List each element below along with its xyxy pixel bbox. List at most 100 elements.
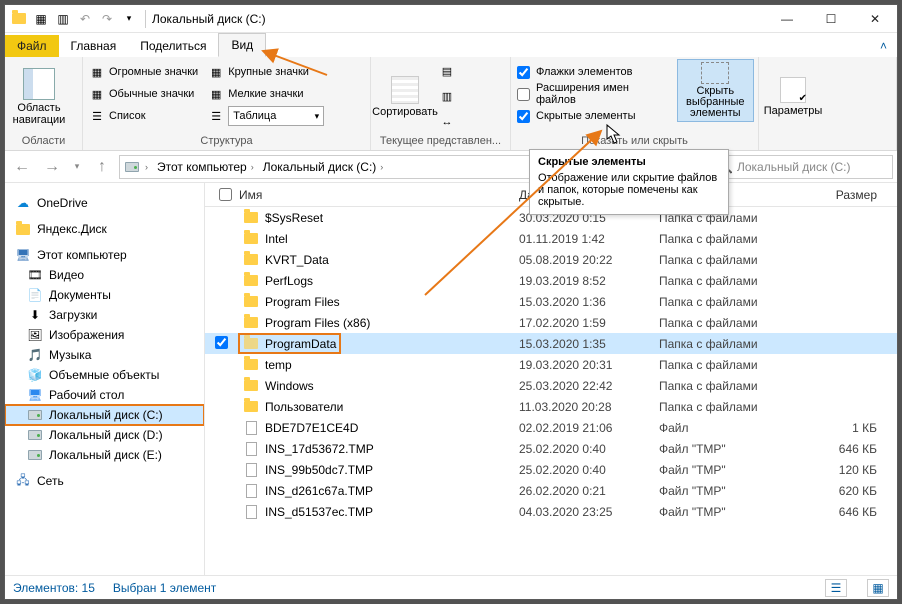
qat-properties-icon[interactable]: ▦ bbox=[31, 9, 51, 29]
row-type: Файл "TMP" bbox=[659, 442, 809, 456]
table-row[interactable]: Windows25.03.2020 22:42Папка с файлами bbox=[205, 375, 897, 396]
view-details-button[interactable]: ☰ bbox=[825, 579, 847, 597]
table-row[interactable]: Program Files (x86)17.02.2020 1:59Папка … bbox=[205, 312, 897, 333]
table-row[interactable]: Intel01.11.2019 1:42Папка с файлами bbox=[205, 228, 897, 249]
layout-details[interactable]: ☰Таблица▾ bbox=[206, 105, 326, 127]
navigation-pane-button[interactable]: Область навигации bbox=[9, 59, 69, 134]
nav-forward-button[interactable]: → bbox=[39, 154, 65, 180]
sort-button[interactable]: Сортировать bbox=[375, 59, 435, 134]
layout-list[interactable]: ☰Список bbox=[87, 105, 200, 127]
nav-pictures[interactable]: 🖼Изображения bbox=[5, 325, 204, 345]
navigation-pane-icon bbox=[23, 68, 55, 100]
qat-newfolder-icon[interactable]: ▥ bbox=[53, 9, 73, 29]
nav-drive-c[interactable]: Локальный диск (C:) bbox=[5, 405, 204, 425]
qat-undo-icon[interactable]: ↶ bbox=[75, 9, 95, 29]
table-row[interactable]: INS_d51537ec.TMP04.03.2020 23:25Файл "TM… bbox=[205, 501, 897, 522]
chevron-right-icon[interactable]: › bbox=[251, 162, 254, 172]
tab-share[interactable]: Поделиться bbox=[128, 35, 218, 57]
layout-huge[interactable]: ▦Огромные значки bbox=[87, 61, 200, 83]
row-name: Intel bbox=[265, 232, 288, 246]
fit-columns-icon[interactable]: ↔ bbox=[439, 114, 455, 130]
table-row[interactable]: PerfLogs19.03.2019 8:52Папка с файлами bbox=[205, 270, 897, 291]
group-by-icon[interactable]: ▤ bbox=[439, 64, 455, 80]
desktop-icon: 🖥 bbox=[27, 387, 43, 403]
row-type: Папка с файлами bbox=[659, 337, 809, 351]
table-row[interactable]: ProgramData15.03.2020 1:35Папка с файлам… bbox=[205, 333, 897, 354]
nav-drive-e[interactable]: Локальный диск (E:) bbox=[5, 445, 204, 465]
nav-video[interactable]: 🎞Видео bbox=[5, 265, 204, 285]
row-date: 11.03.2020 20:28 bbox=[519, 400, 659, 414]
crumb-pc[interactable]: Этот компьютер› bbox=[153, 160, 258, 174]
table-row[interactable]: Пользователи11.03.2020 20:28Папка с файл… bbox=[205, 396, 897, 417]
tab-home[interactable]: Главная bbox=[59, 35, 129, 57]
minimize-button[interactable]: — bbox=[765, 5, 809, 33]
nav-drive-d[interactable]: Локальный диск (D:) bbox=[5, 425, 204, 445]
row-name: Program Files (x86) bbox=[265, 316, 370, 330]
crumb-drive[interactable]: Локальный диск (C:)› bbox=[259, 160, 388, 174]
table-row[interactable]: INS_99b50dc7.TMP25.02.2020 0:40Файл "TMP… bbox=[205, 459, 897, 480]
search-input[interactable]: 🔍 Локальный диск (C:) bbox=[713, 155, 893, 179]
layout-details-combo[interactable]: Таблица▾ bbox=[228, 106, 324, 126]
row-name: KVRT_Data bbox=[265, 253, 329, 267]
nav-3dobjects[interactable]: 🧊Объемные объекты bbox=[5, 365, 204, 385]
nav-recent-button[interactable]: ▾ bbox=[69, 154, 85, 180]
chevron-right-icon[interactable]: › bbox=[380, 162, 383, 172]
download-icon: ⬇ bbox=[27, 307, 43, 323]
nav-downloads[interactable]: ⬇Загрузки bbox=[5, 305, 204, 325]
options-button[interactable]: ✔ Параметры bbox=[763, 59, 823, 134]
header-name[interactable]: Имя bbox=[239, 188, 519, 202]
nav-up-button[interactable]: ↑ bbox=[89, 154, 115, 180]
view-icons-button[interactable]: ▦ bbox=[867, 579, 889, 597]
tooltip-title: Скрытые элементы bbox=[538, 156, 720, 168]
qat-redo-icon[interactable]: ↷ bbox=[97, 9, 117, 29]
add-columns-icon[interactable]: ▥ bbox=[439, 89, 455, 105]
table-row[interactable]: INS_d261c67a.TMP26.02.2020 0:21Файл "TMP… bbox=[205, 480, 897, 501]
collapse-ribbon-icon[interactable]: ˄ bbox=[870, 35, 897, 57]
navigation-pane[interactable]: ☁OneDrive Яндекс.Диск 🖥Этот компьютер 🎞В… bbox=[5, 183, 205, 575]
nav-network[interactable]: 🖧Сеть bbox=[5, 471, 204, 491]
maximize-button[interactable]: ☐ bbox=[809, 5, 853, 33]
table-row[interactable]: KVRT_Data05.08.2019 20:22Папка с файлами bbox=[205, 249, 897, 270]
tooltip-body: Отображение или скрытие файлов и папок, … bbox=[538, 172, 720, 208]
row-icon bbox=[243, 483, 259, 499]
file-list[interactable]: $SysReset30.03.2020 0:15Папка с файламиI… bbox=[205, 207, 897, 575]
row-date: 19.03.2019 8:52 bbox=[519, 274, 659, 288]
hide-selected-button[interactable]: Скрыть выбранные элементы bbox=[677, 59, 754, 122]
close-button[interactable]: ✕ bbox=[853, 5, 897, 33]
tab-file[interactable]: Файл bbox=[5, 35, 59, 57]
row-date: 02.02.2019 21:06 bbox=[519, 421, 659, 435]
drive-icon bbox=[124, 159, 140, 175]
header-size[interactable]: Размер bbox=[809, 188, 897, 202]
nav-yadisk[interactable]: Яндекс.Диск bbox=[5, 219, 204, 239]
row-icon bbox=[243, 441, 259, 457]
layout-normal[interactable]: ▦Обычные значки bbox=[87, 83, 200, 105]
table-row[interactable]: INS_17d53672.TMP25.02.2020 0:40Файл "TMP… bbox=[205, 438, 897, 459]
layout-small[interactable]: ▦Мелкие значки bbox=[206, 83, 326, 105]
row-name: Program Files bbox=[265, 295, 340, 309]
nav-music[interactable]: 🎵Музыка bbox=[5, 345, 204, 365]
checkbox-item-checkboxes[interactable]: Флажки элементов bbox=[515, 61, 673, 83]
row-icon bbox=[243, 315, 259, 331]
nav-docs[interactable]: 📄Документы bbox=[5, 285, 204, 305]
row-checkbox[interactable] bbox=[215, 336, 228, 349]
table-row[interactable]: BDE7D7E1CE4D02.02.2019 21:06Файл1 КБ bbox=[205, 417, 897, 438]
nav-pc[interactable]: 🖥Этот компьютер bbox=[5, 245, 204, 265]
row-date: 26.02.2020 0:21 bbox=[519, 484, 659, 498]
document-icon: 📄 bbox=[27, 287, 43, 303]
row-date: 04.03.2020 23:25 bbox=[519, 505, 659, 519]
header-checkbox[interactable] bbox=[205, 185, 239, 204]
row-type: Файл "TMP" bbox=[659, 505, 809, 519]
tab-view[interactable]: Вид bbox=[218, 33, 266, 57]
qat-more-icon[interactable]: ▾ bbox=[119, 9, 139, 29]
chevron-right-icon[interactable]: › bbox=[145, 162, 148, 172]
layout-large[interactable]: ▦Крупные значки bbox=[206, 61, 326, 83]
row-size: 646 КБ bbox=[809, 442, 897, 456]
nav-onedrive[interactable]: ☁OneDrive bbox=[5, 193, 204, 213]
nav-back-button[interactable]: ← bbox=[9, 154, 35, 180]
table-row[interactable]: Program Files15.03.2020 1:36Папка с файл… bbox=[205, 291, 897, 312]
checkbox-extensions[interactable]: Расширения имен файлов bbox=[515, 83, 673, 105]
row-size: 1 КБ bbox=[809, 421, 897, 435]
table-row[interactable]: temp19.03.2020 20:31Папка с файлами bbox=[205, 354, 897, 375]
nav-desktop[interactable]: 🖥Рабочий стол bbox=[5, 385, 204, 405]
checkbox-hidden-items[interactable]: Скрытые элементы bbox=[515, 105, 673, 127]
